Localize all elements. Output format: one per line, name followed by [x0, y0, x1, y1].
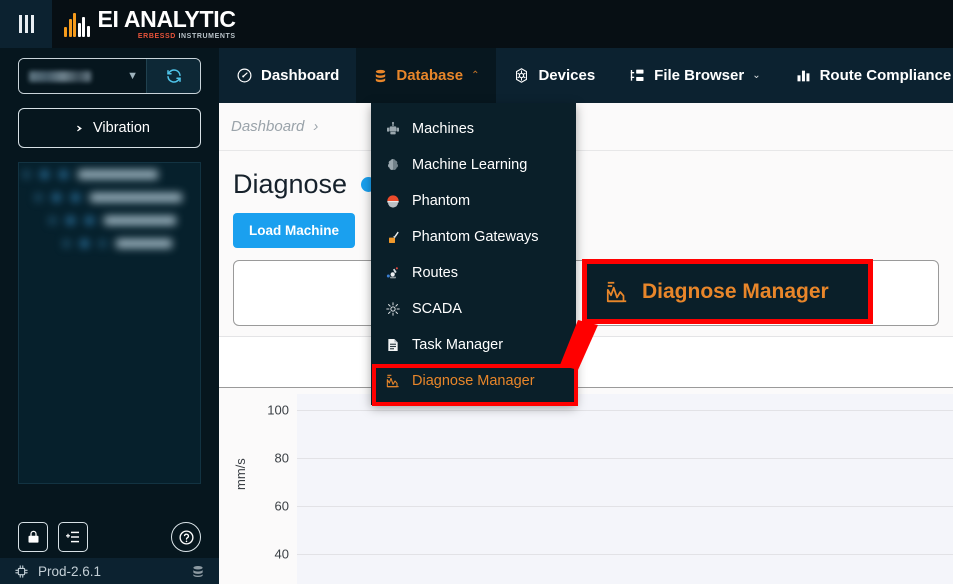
gateway-icon — [389, 231, 399, 243]
menu-item-machine-learning[interactable]: Machine Learning — [371, 147, 576, 183]
phantom-sensor-icon — [387, 195, 399, 208]
chart-plot-area[interactable] — [297, 394, 953, 584]
database-icon — [376, 69, 386, 82]
nav-label-database: Database — [396, 67, 464, 84]
menu-label-routes: Routes — [412, 265, 458, 281]
chart-y-axis-ticks: 100 80 60 40 — [245, 394, 297, 584]
lock-button[interactable] — [18, 522, 48, 552]
toolbar-strip — [219, 336, 953, 388]
lock-icon — [28, 530, 38, 543]
devices-icon — [516, 68, 528, 83]
question-circle-icon — [178, 529, 194, 545]
brand-logo: EI ANALYTIC ERBESSD INSTRUMENTS — [52, 0, 953, 48]
annotation-callout: Diagnose Manager — [582, 259, 873, 324]
menu-label-machine-learning: Machine Learning — [412, 157, 528, 173]
nav-item-devices[interactable]: Devices — [496, 48, 612, 103]
brand-subtitle: ERBESSD INSTRUMENTS — [98, 33, 236, 40]
chevron-up-icon: ⌃ — [471, 70, 480, 81]
breadcrumb: Dashboard › — [219, 103, 953, 151]
breadcrumb-separator-icon: › — [313, 118, 319, 135]
menu-label-phantom: Phantom — [412, 193, 471, 209]
machine-tree-panel[interactable] — [18, 162, 201, 484]
vibration-button-label: Vibration — [93, 120, 150, 136]
nav-item-database[interactable]: Database ⌃ — [356, 48, 497, 103]
chart-gridline — [297, 506, 953, 507]
diagnose-chart-icon — [386, 374, 399, 388]
application-root: EI ANALYTIC ERBESSD INSTRUMENTS ▼ Vibrat… — [0, 0, 953, 584]
load-machine-button[interactable]: Load Machine — [233, 213, 356, 248]
menu-label-task-manager: Task Manager — [412, 337, 504, 353]
nav-item-route-compliance[interactable]: Route Compliance — [778, 48, 953, 103]
route-icon — [386, 267, 398, 279]
chart-y-tick: 100 — [267, 402, 289, 418]
menu-item-task-manager[interactable]: Task Manager — [371, 327, 576, 363]
nav-item-file-browser[interactable]: File Browser ⌄ — [612, 48, 777, 103]
machine-selector-row: ▼ — [18, 58, 201, 94]
left-sidebar: ▼ Vibration Prod-2.6.1 — [0, 48, 219, 584]
list-plus-icon — [66, 531, 79, 543]
top-brand-bar: EI ANALYTIC ERBESSD INSTRUMENTS — [0, 0, 953, 48]
brain-icon — [388, 159, 398, 170]
menu-item-machines[interactable]: Machines — [371, 111, 576, 147]
menu-item-diagnose-manager[interactable]: Diagnose Manager — [371, 363, 576, 399]
list-add-button[interactable] — [58, 522, 88, 552]
nav-item-dashboard[interactable]: Dashboard — [219, 48, 356, 103]
page-content: Dashboard › Diagnose Load Machine mm/s 1… — [219, 103, 953, 584]
brand-subtitle-suffix: INSTRUMENTS — [175, 33, 236, 40]
menu-item-phantom[interactable]: Phantom — [371, 183, 576, 219]
diagnose-chart-icon — [606, 281, 627, 302]
nav-label-file-browser: File Browser — [654, 67, 745, 84]
page-title-row: Diagnose — [219, 151, 953, 200]
database-icon[interactable] — [191, 564, 205, 579]
page-title: Diagnose — [233, 169, 348, 199]
nav-label-devices: Devices — [538, 67, 596, 84]
database-dropdown-menu: Machines Machine Learning Phantom Phanto… — [371, 103, 576, 405]
chevron-down-icon: ▼ — [127, 70, 138, 82]
chart-y-tick: 80 — [274, 450, 289, 466]
chart-gridline — [297, 410, 953, 411]
menu-label-phantom-gateways: Phantom Gateways — [412, 229, 539, 245]
brand-subtitle-prefix: ERBESSD — [137, 33, 176, 40]
refresh-button[interactable] — [146, 59, 200, 93]
chevron-down-icon: ⌄ — [752, 70, 761, 81]
app-version-label: Prod-2.6.1 — [38, 563, 102, 579]
breadcrumb-item-dashboard[interactable]: Dashboard — [231, 118, 304, 135]
brand-name: EI ANALYTIC — [97, 6, 236, 32]
machine-select-value — [29, 70, 91, 82]
arrow-right-icon — [71, 125, 82, 131]
sidebar-status-bar: Prod-2.6.1 — [0, 558, 219, 584]
chip-icon — [15, 564, 28, 578]
sidebar-tool-row — [18, 522, 201, 552]
diagnose-chart[interactable]: mm/s 100 80 60 40 — [219, 394, 953, 584]
nav-label-route-compliance: Route Compliance — [819, 67, 952, 84]
menu-label-diagnose-manager: Diagnose Manager — [412, 373, 535, 389]
folder-tree-icon — [631, 69, 644, 81]
refresh-icon — [166, 69, 181, 83]
chart-y-tick: 40 — [274, 546, 289, 562]
machine-tree-redacted-content — [19, 163, 200, 483]
menu-bars-icon[interactable] — [0, 0, 52, 48]
machine-icon — [387, 121, 399, 135]
gauge-icon — [237, 68, 252, 83]
menu-item-routes[interactable]: Routes — [371, 255, 576, 291]
chart-gridline — [297, 458, 953, 459]
scada-icon — [386, 302, 400, 316]
task-document-icon — [388, 339, 398, 351]
bar-chart-icon — [797, 70, 810, 81]
chart-gridline — [297, 554, 953, 555]
chart-y-tick: 60 — [274, 498, 289, 514]
nav-label-dashboard: Dashboard — [261, 67, 340, 84]
vibration-button[interactable]: Vibration — [18, 108, 201, 148]
equalizer-logo-icon — [64, 11, 90, 37]
main-navigation-bar: Dashboard Database ⌃ Devices File Browse… — [219, 48, 953, 103]
menu-label-scada: SCADA — [412, 301, 462, 317]
menu-label-machines: Machines — [412, 121, 475, 137]
help-button[interactable] — [171, 522, 201, 552]
menu-item-scada[interactable]: SCADA — [371, 291, 576, 327]
annotation-callout-label: Diagnose Manager — [642, 279, 829, 303]
machine-select-dropdown[interactable]: ▼ — [19, 59, 146, 93]
menu-item-phantom-gateways[interactable]: Phantom Gateways — [371, 219, 576, 255]
